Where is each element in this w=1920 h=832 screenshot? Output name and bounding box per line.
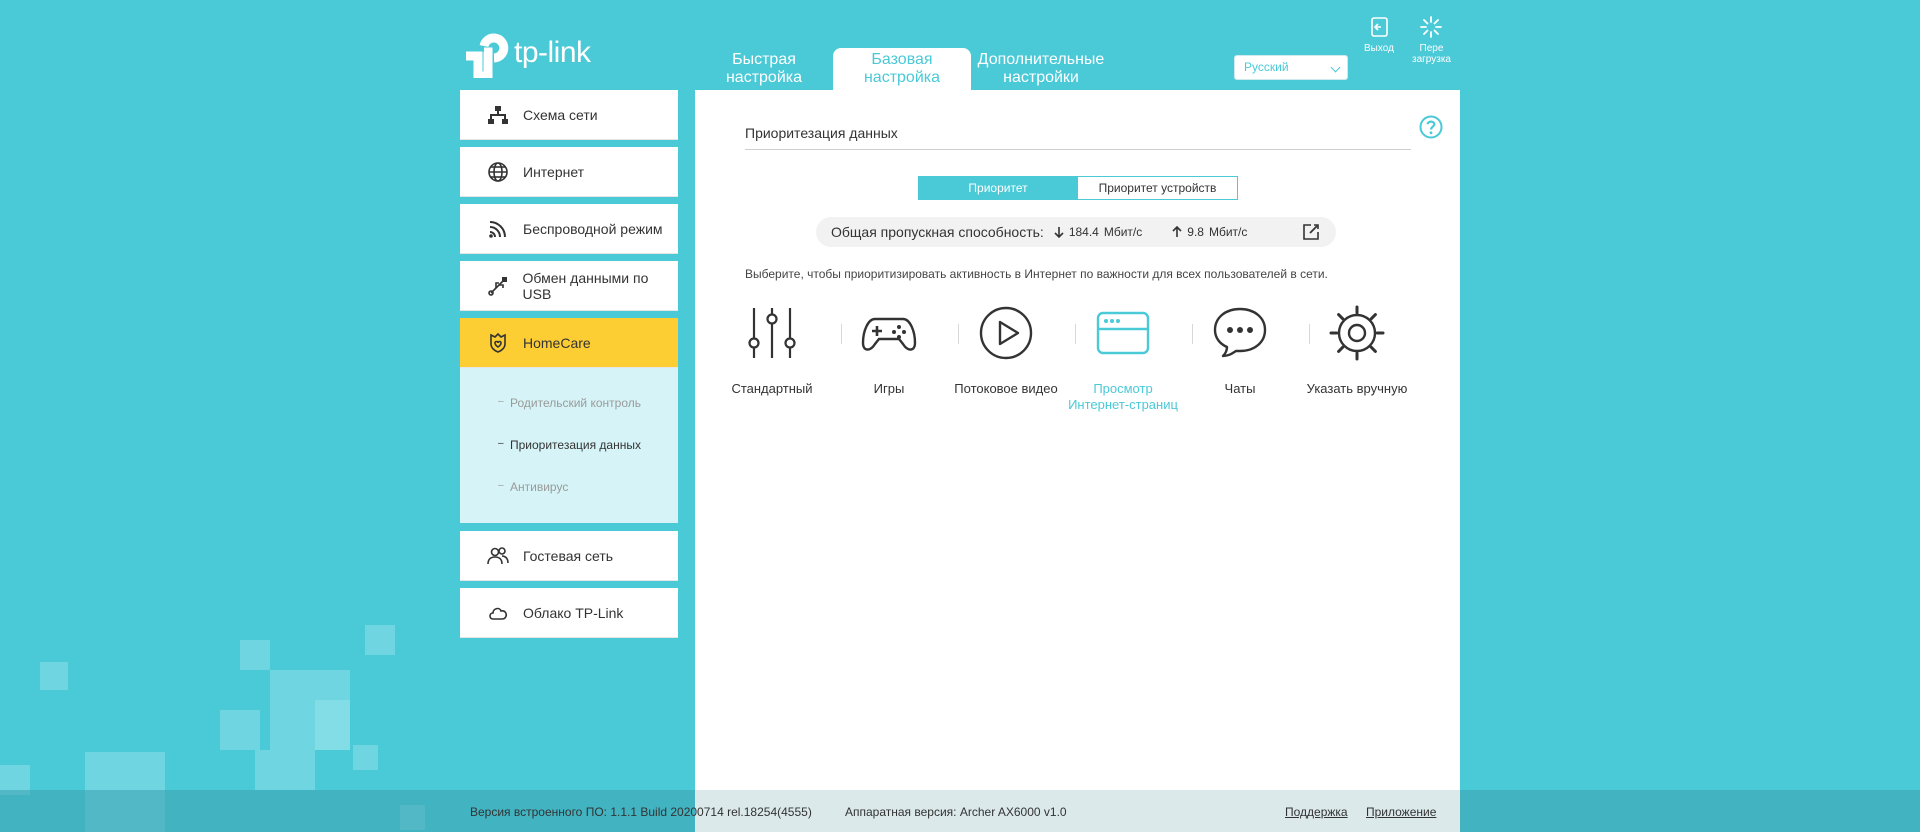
usb-icon <box>486 274 510 298</box>
sidebar-item-label: Схема сети <box>523 106 598 123</box>
mode-games[interactable]: Игры <box>834 305 944 397</box>
sidebar-item-guest-network[interactable]: Гостевая сеть <box>460 531 678 581</box>
submenu-antivirus[interactable]: Антивирус <box>498 480 568 494</box>
download-unit: Мбит/с <box>1103 225 1143 239</box>
cloud-icon <box>486 601 510 625</box>
priority-type-toggle: Приоритет приложений Приоритет устройств <box>918 176 1238 217</box>
bandwidth-label: Общая пропускная способность: <box>831 224 1044 240</box>
reboot-label-1: Пере <box>1419 43 1444 54</box>
tp-link-logo-icon <box>466 33 509 78</box>
page-title: Приоритезация данных <box>745 125 898 141</box>
play-icon <box>979 306 1033 360</box>
mode-label: Указать вручную <box>1306 381 1408 396</box>
reboot-button[interactable]: Пере загрузка <box>1412 16 1451 65</box>
help-icon[interactable] <box>1419 115 1443 139</box>
sidebar-item-label: HomeCare <box>523 334 591 351</box>
mode-standard[interactable]: Стандартный <box>717 305 827 397</box>
download-value: 184.4 <box>1068 225 1099 239</box>
mode-chats[interactable]: Чаты <box>1185 305 1295 397</box>
main-tabs: Быстрая настройка Базовая настройка Допо… <box>695 48 1111 90</box>
edit-icon[interactable] <box>1302 223 1320 241</box>
firmware-version: Версия встроенного ПО: 1.1.1 Build 20200… <box>470 805 812 819</box>
chevron-down-icon <box>1330 62 1341 73</box>
sidebar-item-wireless[interactable]: Беспроводной режим <box>460 204 678 254</box>
tab-advanced[interactable]: Дополнительные настройки <box>971 48 1111 90</box>
upload-arrow-icon <box>1172 226 1182 237</box>
tab-quick-setup[interactable]: Быстрая настройка <box>695 48 833 90</box>
sidebar-item-homecare[interactable]: HomeCare <box>460 318 678 368</box>
gear-icon <box>1329 305 1385 361</box>
language-selected: Русский <box>1244 60 1289 74</box>
mode-label: Игры <box>873 381 905 396</box>
homecare-shield-icon <box>486 331 510 355</box>
network-map-icon <box>486 103 510 127</box>
upload-value: 9.8 <box>1187 225 1204 239</box>
logout-icon <box>1371 17 1388 37</box>
logout-label: Выход <box>1364 43 1394 54</box>
mode-custom[interactable]: Указать вручную <box>1302 305 1412 397</box>
support-link[interactable]: Поддержка <box>1285 805 1348 819</box>
globe-icon <box>486 160 510 184</box>
sidebar-item-label: Обмен данными по USB <box>522 269 649 302</box>
language-select[interactable]: Русский <box>1234 55 1348 80</box>
sidebar-item-label: Облако TP-Link <box>523 604 624 621</box>
submenu-parental-control[interactable]: Родительский контроль <box>498 396 641 410</box>
mode-label: Потоковое видео <box>954 381 1058 396</box>
mode-browsing[interactable]: Просмотр Интернет-страниц <box>1068 305 1178 413</box>
sidebar-item-usb[interactable]: Обмен данными по USB <box>460 261 678 311</box>
homecare-submenu: Родительский контроль Приоритезация данн… <box>460 368 678 523</box>
chat-icon <box>1213 307 1267 358</box>
sidebar-item-internet[interactable]: Интернет <box>460 147 678 197</box>
sidebar-item-cloud[interactable]: Облако TP-Link <box>460 588 678 638</box>
mode-label: Просмотр Интернет-страниц <box>1068 381 1178 412</box>
logout-button[interactable]: Выход <box>1364 16 1394 54</box>
tp-link-logo: tp-link <box>460 28 591 78</box>
tab-basic[interactable]: Базовая настройка <box>833 48 971 90</box>
upload-unit: Мбит/с <box>1208 225 1248 239</box>
browser-icon <box>1096 311 1150 355</box>
sidebar-item-network-map[interactable]: Схема сети <box>460 90 678 140</box>
qos-description: Выберите, чтобы приоритизировать активно… <box>745 267 1328 281</box>
sidebar-item-label: Интернет <box>523 163 585 180</box>
sliders-icon <box>748 308 796 358</box>
sidebar-item-label: Беспроводной режим <box>523 220 663 237</box>
title-divider <box>745 149 1411 150</box>
mode-streaming[interactable]: Потоковое видео <box>951 305 1061 397</box>
mode-label: Стандартный <box>731 381 813 396</box>
mode-label: Чаты <box>1224 381 1256 396</box>
reboot-label-2: загрузка <box>1412 54 1451 65</box>
main-panel: Приоритезация данных Приоритет приложени… <box>695 90 1460 832</box>
reboot-icon <box>1420 16 1443 38</box>
wireless-icon <box>486 217 510 241</box>
guest-users-icon <box>486 544 510 568</box>
gamepad-icon <box>861 317 917 351</box>
logo-text: tp-link <box>514 36 591 69</box>
bandwidth-bar: Общая пропускная способность: 184.4 Мбит… <box>816 217 1336 247</box>
hardware-version: Аппаратная версия: Archer AX6000 v1.0 <box>845 805 1067 819</box>
device-priority-button[interactable]: Приоритет устройств <box>1078 176 1238 200</box>
app-link[interactable]: Приложение <box>1366 805 1436 819</box>
submenu-qos[interactable]: Приоритезация данных <box>498 438 641 452</box>
app-priority-button[interactable]: Приоритет приложений <box>918 176 1078 217</box>
download-arrow-icon <box>1054 227 1064 238</box>
sidebar-item-label: Гостевая сеть <box>523 547 614 564</box>
